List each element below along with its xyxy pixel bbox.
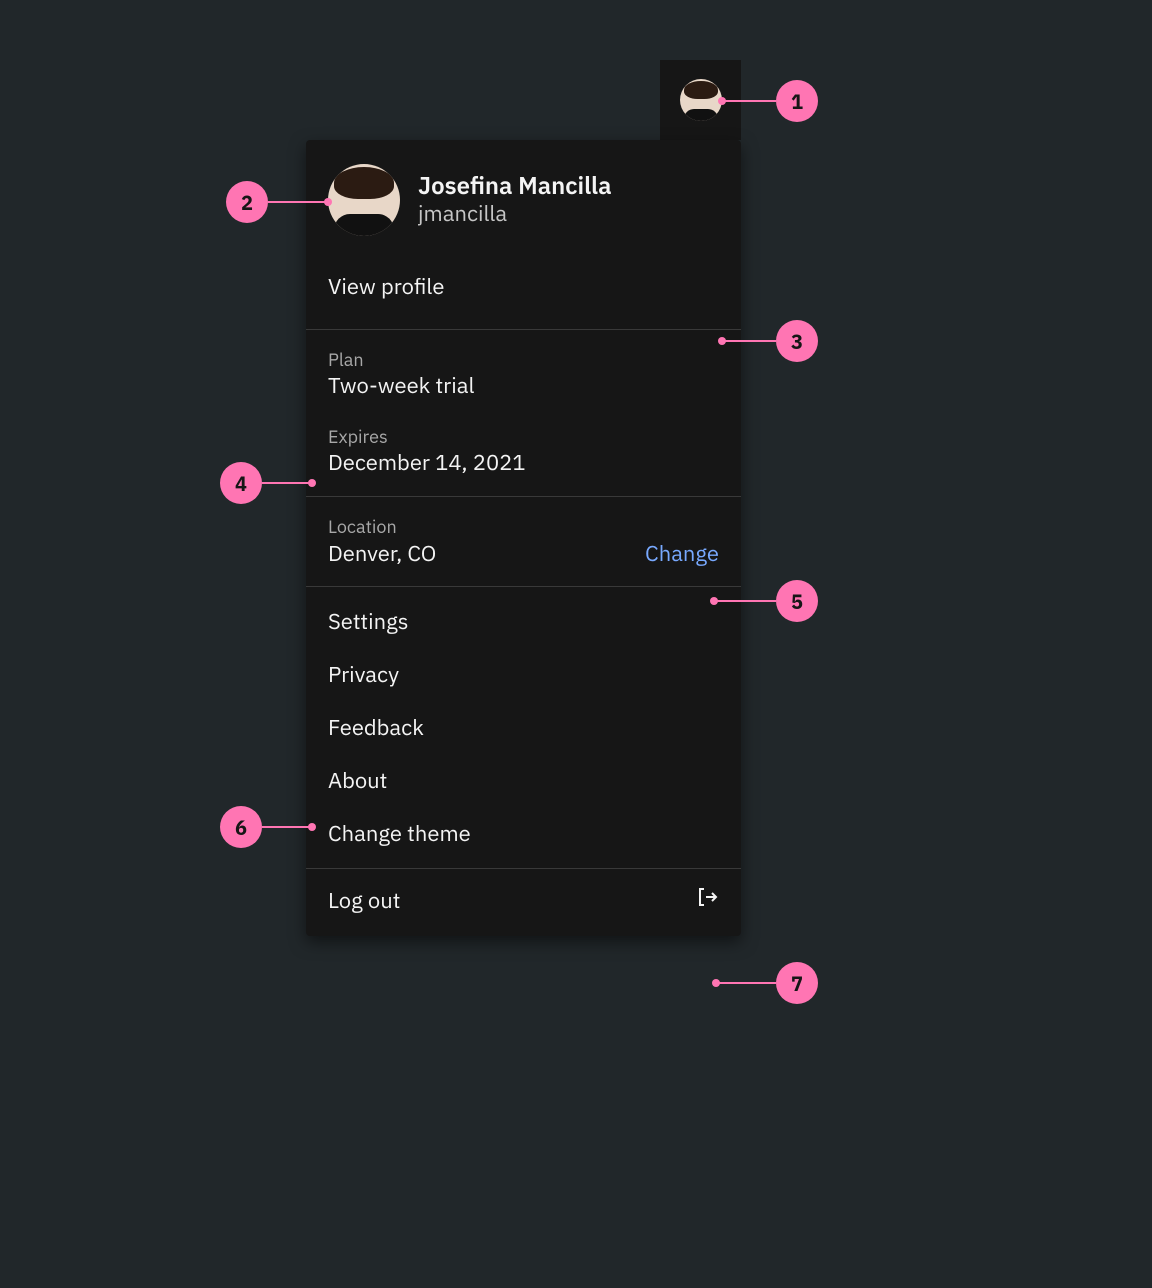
menu-log-out[interactable]: Log out: [306, 869, 741, 936]
view-profile-link[interactable]: View profile: [306, 244, 741, 329]
annotation-badge: 2: [226, 181, 268, 223]
menu-feedback[interactable]: Feedback: [306, 701, 741, 754]
annotated-figure: Josefina Mancilla jmancilla View profile…: [0, 0, 1152, 1288]
profile-panel: Josefina Mancilla jmancilla View profile…: [306, 140, 741, 936]
plan-block: Plan Two-week trial: [306, 330, 741, 419]
logout-icon: [695, 885, 719, 916]
profile-trigger[interactable]: [660, 60, 741, 140]
annotation-badge: 1: [776, 80, 818, 122]
expires-label: Expires: [328, 425, 719, 448]
annotation-6: 6: [220, 806, 312, 848]
annotation-badge: 7: [776, 962, 818, 1004]
annotation-badge: 6: [220, 806, 262, 848]
change-location-link[interactable]: Change: [645, 539, 719, 568]
location-text: Location Denver, CO: [328, 515, 436, 568]
avatar-large: [328, 164, 400, 236]
menu-settings[interactable]: Settings: [306, 587, 741, 648]
menu: Settings Privacy Feedback About Change t…: [306, 587, 741, 868]
expires-block: Expires December 14, 2021: [306, 419, 741, 496]
profile-identity: Josefina Mancilla jmancilla: [418, 171, 612, 228]
annotation-badge: 3: [776, 320, 818, 362]
annotation-4: 4: [220, 462, 312, 504]
annotation-badge: 4: [220, 462, 262, 504]
menu-change-theme[interactable]: Change theme: [306, 807, 741, 868]
log-out-label: Log out: [328, 886, 400, 915]
location-value: Denver, CO: [328, 539, 436, 569]
annotation-7: 7: [716, 962, 818, 1004]
expires-value: December 14, 2021: [328, 448, 719, 478]
location-block: Location Denver, CO Change: [306, 497, 741, 586]
user-name: Josefina Mancilla: [418, 171, 612, 200]
menu-about[interactable]: About: [306, 754, 741, 807]
location-label: Location: [328, 515, 436, 538]
annotation-badge: 5: [776, 580, 818, 622]
avatar-small: [680, 79, 722, 121]
plan-label: Plan: [328, 348, 719, 371]
user-username: jmancilla: [418, 200, 612, 229]
plan-value: Two-week trial: [328, 371, 719, 401]
menu-privacy[interactable]: Privacy: [306, 648, 741, 701]
profile-header: Josefina Mancilla jmancilla: [306, 140, 741, 244]
